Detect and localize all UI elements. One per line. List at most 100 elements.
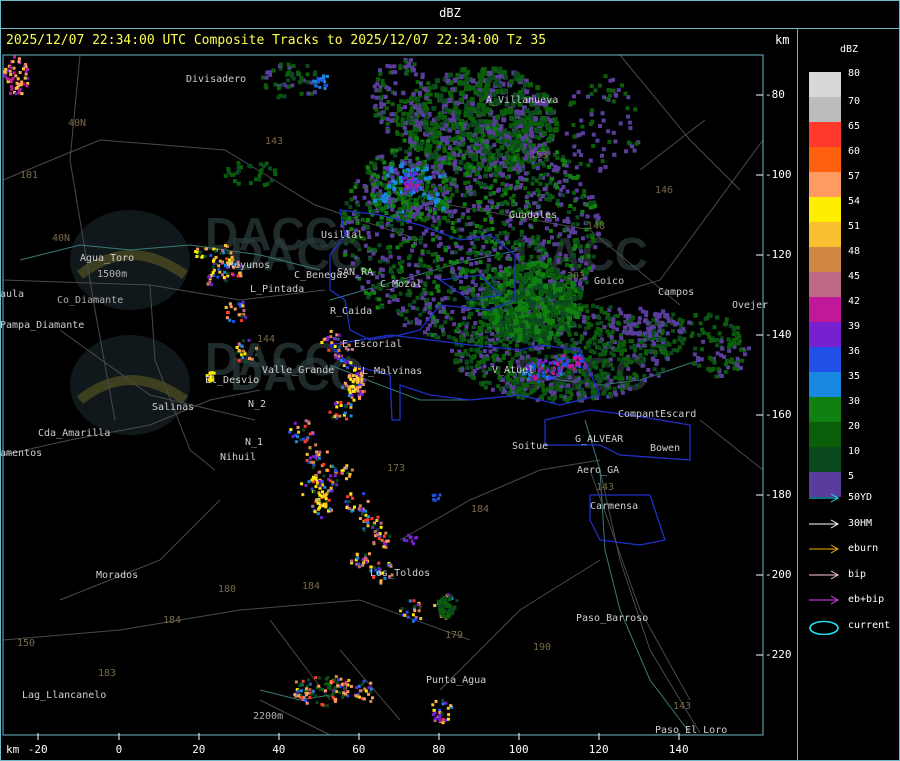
place-label: CompantEscard: [618, 409, 696, 420]
place-label: Punta_Agua: [426, 675, 486, 686]
legend-label: 60: [848, 146, 861, 157]
track-arrow-icon: [809, 570, 840, 579]
road-number: 180: [218, 584, 236, 595]
legend-swatch: [809, 272, 841, 297]
place-label: 2200m: [253, 711, 283, 722]
place-label: C_Mozal: [380, 279, 422, 290]
legend-swatch: [809, 72, 841, 97]
road-number: 184: [471, 504, 489, 515]
track-label: eb+bip: [848, 594, 885, 605]
road-number: 179: [445, 630, 463, 641]
road-number: 144: [257, 334, 275, 345]
unit-label-top: km: [775, 33, 790, 47]
place-label: A_Villanueva: [486, 95, 558, 106]
composite-header: 2025/12/07 22:34:00 UTC Composite Tracks…: [6, 33, 547, 48]
track-label: current: [848, 619, 891, 631]
legend-swatch: [809, 297, 841, 322]
road-number: 203: [567, 271, 585, 282]
place-label: Campos: [658, 287, 694, 298]
track-label: bip: [848, 568, 867, 580]
place-label: Cda_Amarilla: [38, 428, 110, 439]
place-label: E_Escorial: [342, 339, 402, 350]
place-label: Goico: [594, 276, 624, 287]
place-label: L_Pintada: [250, 284, 304, 295]
place-label: Los_Toldos: [370, 568, 430, 579]
unit-label-bottom: km: [6, 743, 20, 756]
road-number: 184: [302, 581, 320, 592]
road-number: 143: [265, 136, 283, 147]
y-tick-label: -220: [765, 648, 792, 661]
legend-label: 35: [848, 371, 861, 382]
y-tick-label: -100: [765, 168, 792, 181]
legend-label: 51: [848, 221, 861, 232]
x-tick-label: 0: [115, 743, 123, 756]
window-title: dBZ: [439, 6, 461, 20]
road-number: 184: [163, 615, 181, 626]
legend-label: 54: [848, 196, 861, 207]
legend-swatch: [809, 172, 841, 197]
y-tick-label: -140: [765, 328, 792, 341]
place-label: R_Caida: [330, 306, 372, 317]
x-tick-label: 60: [352, 743, 366, 756]
track-label: 50YD: [848, 492, 873, 503]
legend-swatch: [809, 322, 841, 347]
place-label: El_Desvio: [205, 375, 259, 386]
place-label: Paso_Barroso: [576, 613, 648, 624]
place-label: aula: [0, 289, 24, 300]
road-number: 148: [587, 221, 605, 232]
legend-label: 42: [848, 296, 861, 307]
legend-title: dBZ: [840, 44, 859, 55]
place-label: Co_Diamante: [57, 295, 123, 306]
place-label: Soitue: [512, 441, 548, 452]
place-label: L_Malvinas: [362, 366, 422, 377]
legend-label: 5: [848, 471, 855, 482]
place-label: Reyunos: [228, 260, 270, 271]
place-label: V_Atuel: [492, 365, 534, 376]
track-label: 30HM: [848, 517, 873, 529]
x-tick-label: 100: [508, 743, 529, 756]
track-arrow-icon: [809, 544, 840, 554]
track-arrow-icon: [809, 519, 840, 528]
legend-label: 36: [848, 346, 861, 357]
road-number: 40N: [68, 118, 86, 129]
place-label: Aero_GA: [577, 465, 619, 476]
y-tick-label: -180: [765, 488, 792, 501]
legend-label: 20: [848, 421, 861, 432]
road-number: 150: [17, 638, 35, 649]
legend-label: 39: [848, 321, 861, 332]
place-label: Morados: [96, 570, 138, 581]
x-tick-label: 80: [432, 743, 446, 756]
legend-label: 45: [848, 271, 861, 282]
legend-swatch: [809, 147, 841, 172]
legend-swatch: [809, 247, 841, 272]
y-tick-label: -160: [765, 408, 792, 421]
legend-swatch: [809, 347, 841, 372]
place-label: Agua_Toro: [80, 253, 134, 264]
y-tick-label: -120: [765, 248, 792, 261]
legend-label: 80: [848, 68, 861, 79]
track-arrow-icon: [809, 595, 840, 605]
place-label: Salinas: [152, 402, 194, 413]
legend-label: 65: [848, 121, 861, 132]
place-label: amentos: [0, 448, 42, 459]
road-number: 40N: [52, 233, 70, 244]
x-tick-label: 40: [272, 743, 286, 756]
current-ellipse-icon: [809, 620, 839, 635]
legend-swatch: [809, 372, 841, 397]
place-label: SAN_RA: [337, 267, 373, 278]
legend-label: 70: [848, 96, 861, 107]
track-label: eburn: [848, 543, 879, 554]
y-tick-label: -200: [765, 568, 792, 581]
road-number: 190: [533, 642, 551, 653]
legend-swatch: [809, 222, 841, 247]
x-tick-label: 140: [668, 743, 689, 756]
road-number: 173: [387, 463, 405, 474]
legend-swatch: [809, 447, 841, 472]
road-number: 183: [98, 668, 116, 679]
legend-swatch: [809, 397, 841, 422]
place-label: Bowen: [650, 443, 680, 454]
road-number: 101: [20, 170, 38, 181]
radar-map[interactable]: DACCDACC DACCDACCDACC DACC DivisaderoA_Vil…: [0, 52, 797, 760]
place-label: N_1: [245, 437, 263, 448]
place-label: Carmensa: [590, 501, 638, 512]
